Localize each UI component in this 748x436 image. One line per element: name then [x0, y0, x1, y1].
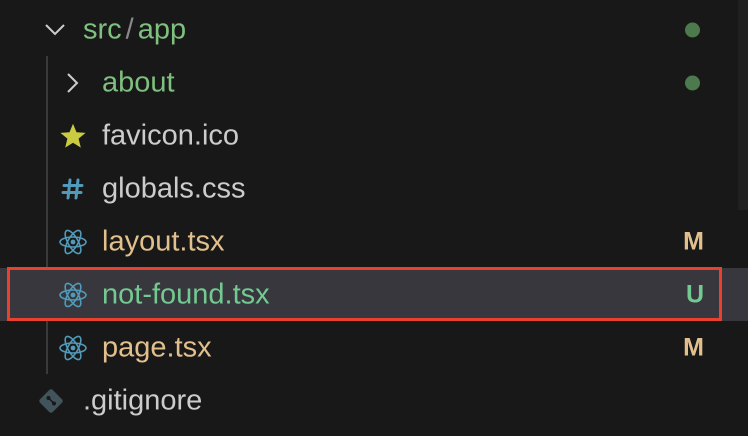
file-row-not-found-tsx[interactable]: not-found.tsx U	[0, 268, 748, 321]
item-label-not-found-tsx: not-found.tsx	[102, 278, 270, 310]
item-label-favicon: favicon.ico	[102, 119, 240, 151]
file-row-gitignore[interactable]: .gitignore	[0, 374, 748, 427]
file-row-favicon[interactable]: favicon.ico	[0, 109, 748, 162]
path-separator: /	[125, 13, 134, 45]
item-label-gitignore: .gitignore	[83, 384, 203, 416]
react-icon	[58, 227, 88, 257]
file-row-globals-css[interactable]: globals.css	[0, 162, 748, 215]
react-icon	[58, 280, 88, 310]
folder-row-about[interactable]: about	[0, 56, 748, 109]
git-status-badge: U	[685, 280, 704, 308]
react-icon	[58, 333, 88, 363]
about-status-dot	[685, 75, 700, 90]
git-icon	[36, 386, 66, 416]
item-label-globals-css: globals.css	[102, 172, 246, 204]
file-row-page-tsx[interactable]: page.tsx M	[0, 321, 748, 374]
git-status-badge: M	[683, 227, 704, 255]
folder-part-app: app	[137, 13, 187, 45]
item-label-layout-tsx: layout.tsx	[102, 225, 225, 257]
folder-part-src: src	[83, 13, 122, 45]
item-label-page-tsx: page.tsx	[102, 331, 212, 363]
folder-label: src / app	[83, 15, 186, 44]
chevron-down-icon	[40, 15, 70, 45]
file-explorer: src / app about favicon.ico globals.css …	[0, 0, 748, 436]
folder-row-src-app[interactable]: src / app	[0, 3, 748, 56]
git-status-badge: M	[683, 333, 704, 361]
item-label-about: about	[102, 66, 175, 98]
hash-icon	[58, 174, 88, 204]
star-icon	[58, 121, 88, 151]
file-row-layout-tsx[interactable]: layout.tsx M	[0, 215, 748, 268]
chevron-right-icon	[58, 68, 88, 98]
folder-status-dot	[685, 22, 700, 37]
